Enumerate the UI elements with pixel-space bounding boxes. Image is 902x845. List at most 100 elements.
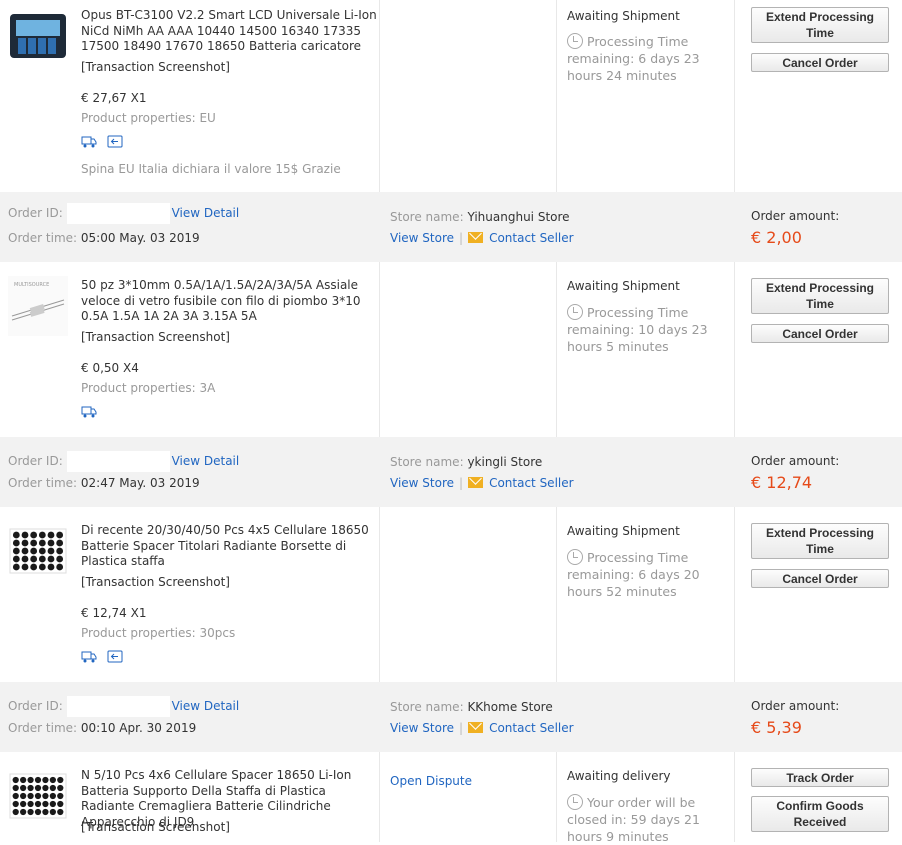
cancel-order-button[interactable]: Cancel Order: [751, 53, 889, 72]
order-amount-label: Order amount:: [751, 699, 840, 713]
product-row: MULTISOURCE 50 pz 3*10mm 0.5A/1A/1.5A/2A…: [0, 262, 902, 437]
order-info-row: Order ID: View Detail Order time: 00:10 …: [0, 682, 902, 752]
service-icons: [81, 135, 129, 149]
status-cell: Awaiting Shipment Processing Time remain…: [557, 262, 735, 437]
track-order-button[interactable]: Track Order: [751, 768, 889, 787]
open-dispute-link[interactable]: Open Dispute: [390, 774, 472, 788]
processing-time: Processing Time remaining: 6 days 20 hou…: [567, 549, 700, 599]
order-id: Order ID: View Detail: [8, 203, 239, 224]
product-thumbnail[interactable]: MULTISOURCE: [8, 276, 68, 336]
return-icon: [107, 650, 123, 663]
order-status: Awaiting delivery: [567, 769, 671, 783]
extend-processing-time-button[interactable]: Extend Processing Time: [751, 278, 889, 314]
product-price: € 12,74 X1: [81, 606, 147, 620]
status-cell: Awaiting Shipment Processing Time remain…: [557, 507, 735, 682]
order-amount: € 2,00: [751, 228, 802, 247]
view-store-link[interactable]: View Store: [390, 231, 454, 245]
shipping-icon: [81, 136, 97, 148]
view-store-link[interactable]: View Store: [390, 721, 454, 735]
product-row: Opus BT-C3100 V2.2 Smart LCD Universale …: [0, 0, 902, 192]
product-cell: Di recente 20/30/40/50 Pcs 4x5 Cellulare…: [0, 507, 380, 682]
order-amount-label: Order amount:: [751, 209, 840, 223]
store-name: Store name: KKhome Store: [390, 700, 553, 714]
action-cell: [380, 262, 557, 437]
product-title[interactable]: 50 pz 3*10mm 0.5A/1A/1.5A/2A/3A/5A Assia…: [81, 278, 377, 325]
store-links: View Store | Contact Seller: [390, 721, 574, 735]
shipping-icon: [81, 406, 97, 418]
status-cell: Awaiting delivery Your order will be clo…: [557, 752, 735, 844]
buttons-cell: Track Order Confirm Goods Received: [735, 752, 902, 842]
cancel-order-button[interactable]: Cancel Order: [751, 324, 889, 343]
order-time: Order time: 02:47 May. 03 2019: [8, 476, 200, 490]
transaction-screenshot-link[interactable]: [Transaction Screenshot]: [81, 330, 230, 344]
store-name: Store name: ykingli Store: [390, 455, 543, 469]
order-time: Order time: 05:00 May. 03 2019: [8, 231, 200, 245]
product-cell: Opus BT-C3100 V2.2 Smart LCD Universale …: [0, 0, 380, 192]
clock-icon: [567, 33, 583, 49]
transaction-screenshot-link[interactable]: [Transaction Screenshot]: [81, 575, 230, 589]
view-detail-link[interactable]: View Detail: [172, 699, 240, 713]
order-id-value: [66, 203, 170, 224]
buttons-cell: Extend Processing Time Cancel Order: [735, 0, 902, 192]
delivery-time: Your order will be closed in: 59 days 21…: [567, 794, 700, 844]
order-amount: € 12,74: [751, 473, 813, 492]
product-thumbnail[interactable]: [8, 6, 68, 66]
product-title[interactable]: Opus BT-C3100 V2.2 Smart LCD Universale …: [81, 8, 377, 55]
transaction-screenshot-link[interactable]: [Transaction Screenshot]: [81, 820, 230, 834]
order-id-value: [66, 696, 170, 717]
order-id-value: [66, 451, 170, 472]
processing-time: Processing Time remaining: 10 days 23 ho…: [567, 304, 708, 354]
shipping-icon: [81, 651, 97, 663]
product-thumbnail[interactable]: [8, 766, 68, 826]
buyer-remark: Spina EU Italia dichiara il valore 15$ G…: [81, 162, 341, 176]
order-amount-label: Order amount:: [751, 454, 840, 468]
order-time: Order time: 00:10 Apr. 30 2019: [8, 721, 197, 735]
order-info-row: Order ID: View Detail Order time: 02:47 …: [0, 437, 902, 507]
product-properties: Product properties: 3A: [81, 381, 216, 395]
buttons-cell: Extend Processing Time Cancel Order: [735, 507, 902, 682]
order-amount: € 5,39: [751, 718, 802, 737]
confirm-goods-received-button[interactable]: Confirm Goods Received: [751, 796, 889, 832]
extend-processing-time-button[interactable]: Extend Processing Time: [751, 523, 889, 559]
order-id: Order ID: View Detail: [8, 696, 239, 717]
mail-icon: [468, 232, 484, 243]
store-links: View Store | Contact Seller: [390, 231, 574, 245]
svg-text:MULTISOURCE: MULTISOURCE: [14, 282, 49, 288]
processing-time: Processing Time remaining: 6 days 23 hou…: [567, 33, 700, 83]
product-properties: Product properties: 30pcs: [81, 626, 236, 640]
product-thumbnail[interactable]: [8, 521, 68, 581]
store-name: Store name: Yihuanghui Store: [390, 210, 570, 224]
store-links: View Store | Contact Seller: [390, 476, 574, 490]
product-price: € 27,67 X1: [81, 91, 147, 105]
product-cell: N 5/10 Pcs 4x6 Cellulare Spacer 18650 Li…: [0, 752, 380, 842]
transaction-screenshot-link[interactable]: [Transaction Screenshot]: [81, 60, 230, 74]
action-cell: [380, 507, 557, 682]
action-cell: [380, 0, 557, 192]
contact-seller-link[interactable]: Contact Seller: [489, 231, 574, 245]
return-icon: [107, 135, 123, 148]
clock-icon: [567, 549, 583, 565]
order-id: Order ID: View Detail: [8, 451, 239, 472]
product-properties: Product properties: EU: [81, 111, 216, 125]
status-cell: Awaiting Shipment Processing Time remain…: [557, 0, 735, 192]
contact-seller-link[interactable]: Contact Seller: [489, 476, 574, 490]
clock-icon: [567, 794, 583, 810]
service-icons: [81, 405, 103, 419]
view-store-link[interactable]: View Store: [390, 476, 454, 490]
view-detail-link[interactable]: View Detail: [172, 454, 240, 468]
clock-icon: [567, 304, 583, 320]
extend-processing-time-button[interactable]: Extend Processing Time: [751, 7, 889, 43]
product-price: € 0,50 X4: [81, 361, 139, 375]
product-row: Di recente 20/30/40/50 Pcs 4x5 Cellulare…: [0, 507, 902, 682]
order-status: Awaiting Shipment: [567, 279, 680, 293]
product-title[interactable]: Di recente 20/30/40/50 Pcs 4x5 Cellulare…: [81, 523, 377, 570]
action-cell: Open Dispute: [380, 752, 557, 842]
order-status: Awaiting Shipment: [567, 9, 680, 23]
view-detail-link[interactable]: View Detail: [172, 206, 240, 220]
product-row: N 5/10 Pcs 4x6 Cellulare Spacer 18650 Li…: [0, 752, 902, 844]
mail-icon: [468, 477, 484, 488]
product-cell: MULTISOURCE 50 pz 3*10mm 0.5A/1A/1.5A/2A…: [0, 262, 380, 437]
contact-seller-link[interactable]: Contact Seller: [489, 721, 574, 735]
cancel-order-button[interactable]: Cancel Order: [751, 569, 889, 588]
service-icons: [81, 650, 129, 664]
